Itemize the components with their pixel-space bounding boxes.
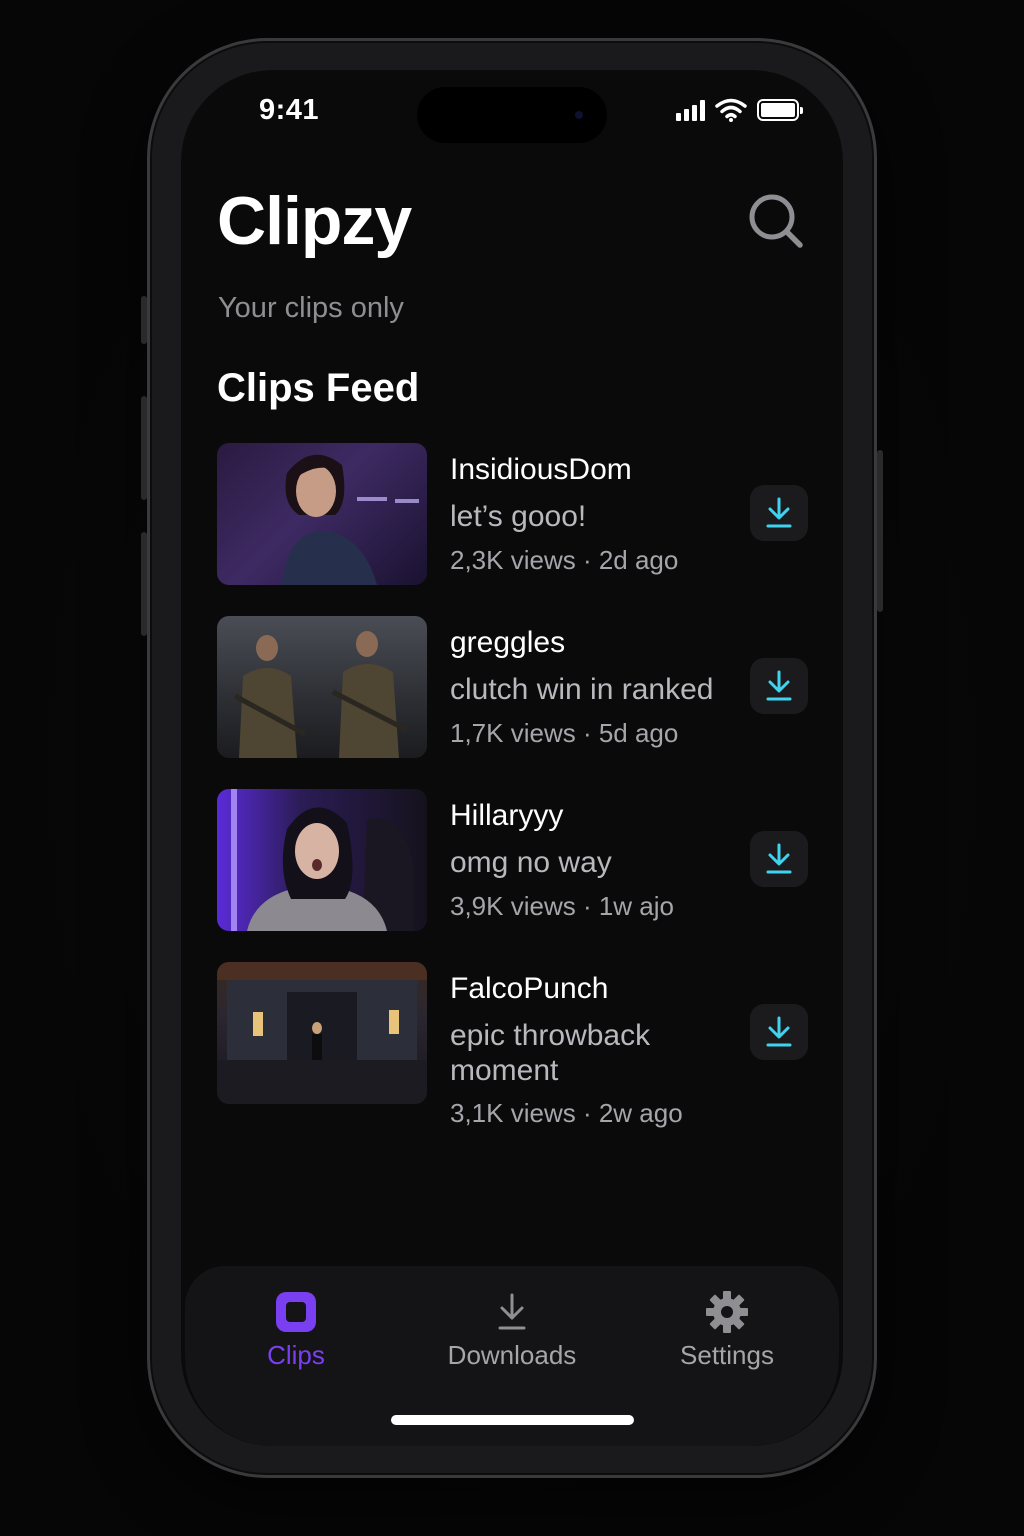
download-button[interactable] <box>750 831 808 887</box>
tab-label: Settings <box>680 1340 774 1370</box>
clip-item[interactable]: Hillaryyy omg no way 3,9K views · 1w ajo <box>217 789 817 939</box>
clip-item[interactable]: InsidiousDom let’s gooo! 2,3K views · 2d… <box>217 443 817 593</box>
home-indicator[interactable] <box>391 1415 634 1425</box>
wifi-icon <box>715 98 747 122</box>
clip-meta: 2,3K views · 2d ago <box>450 545 679 575</box>
status-time: 9:41 <box>259 94 320 126</box>
volume-down-button <box>141 532 147 636</box>
clips-icon <box>276 1292 316 1332</box>
download-button[interactable] <box>750 1004 808 1060</box>
clip-meta: 3,9K views · 1w ajo <box>450 891 674 921</box>
clip-username[interactable]: FalcoPunch <box>450 972 608 1006</box>
gear-icon <box>706 1291 748 1333</box>
search-icon <box>749 194 803 248</box>
thumbnail-image <box>282 454 419 585</box>
clip-thumbnail[interactable] <box>217 789 427 931</box>
download-icon <box>766 843 792 874</box>
tab-label: Clips <box>267 1340 325 1370</box>
clip-username[interactable]: InsidiousDom <box>450 453 632 487</box>
section-title: Clips Feed <box>217 366 420 410</box>
clip-caption: clutch win in ranked <box>450 673 714 706</box>
volume-up-button <box>141 396 147 500</box>
download-button[interactable] <box>750 485 808 541</box>
clip-username[interactable]: Hillaryyy <box>450 799 563 833</box>
tab-settings[interactable]: Settings <box>637 1290 817 1380</box>
clip-caption: omg no way <box>450 846 612 879</box>
download-icon <box>766 670 792 701</box>
battery-icon <box>757 99 803 121</box>
clip-username[interactable]: greggles <box>450 626 565 660</box>
download-icon <box>766 497 792 528</box>
clip-item[interactable]: FalcoPunch epic throwback moment 3,1K vi… <box>217 962 817 1152</box>
clip-thumbnail[interactable] <box>217 962 427 1104</box>
page-subtitle: Your clips only <box>218 292 404 324</box>
tab-label: Downloads <box>447 1340 577 1370</box>
power-button <box>877 450 883 612</box>
cellular-signal-icon <box>676 99 705 121</box>
camera-dot <box>575 111 583 119</box>
clip-caption: epic throwback moment <box>450 1019 651 1087</box>
clip-meta: 1,7K views · 5d ago <box>450 718 679 748</box>
download-icon <box>498 1293 526 1330</box>
clip-item[interactable]: greggles clutch win in ranked 1,7K views… <box>217 616 817 766</box>
app-title: Clipzy <box>217 183 412 259</box>
device-stage: 9:41 Clipzy Your clips only Clips Feed I… <box>0 0 1024 1536</box>
clip-thumbnail[interactable] <box>217 443 427 585</box>
status-icons <box>676 98 803 122</box>
thumbnail-image <box>233 631 409 758</box>
thumbnail-image <box>231 789 413 931</box>
clip-thumbnail[interactable] <box>217 616 427 758</box>
mute-switch <box>141 296 147 344</box>
download-icon <box>766 1016 792 1047</box>
thumbnail-image <box>217 962 427 1104</box>
app-screen: 9:41 Clipzy Your clips only Clips Feed I… <box>181 70 843 1446</box>
download-button[interactable] <box>750 658 808 714</box>
tab-downloads[interactable]: Downloads <box>422 1290 602 1380</box>
dynamic-island <box>417 87 607 143</box>
clip-caption: let’s gooo! <box>450 500 587 533</box>
search-button[interactable] <box>747 192 807 252</box>
clip-meta: 3,1K views · 2w ago <box>450 1098 683 1128</box>
tab-clips[interactable]: Clips <box>206 1290 386 1380</box>
